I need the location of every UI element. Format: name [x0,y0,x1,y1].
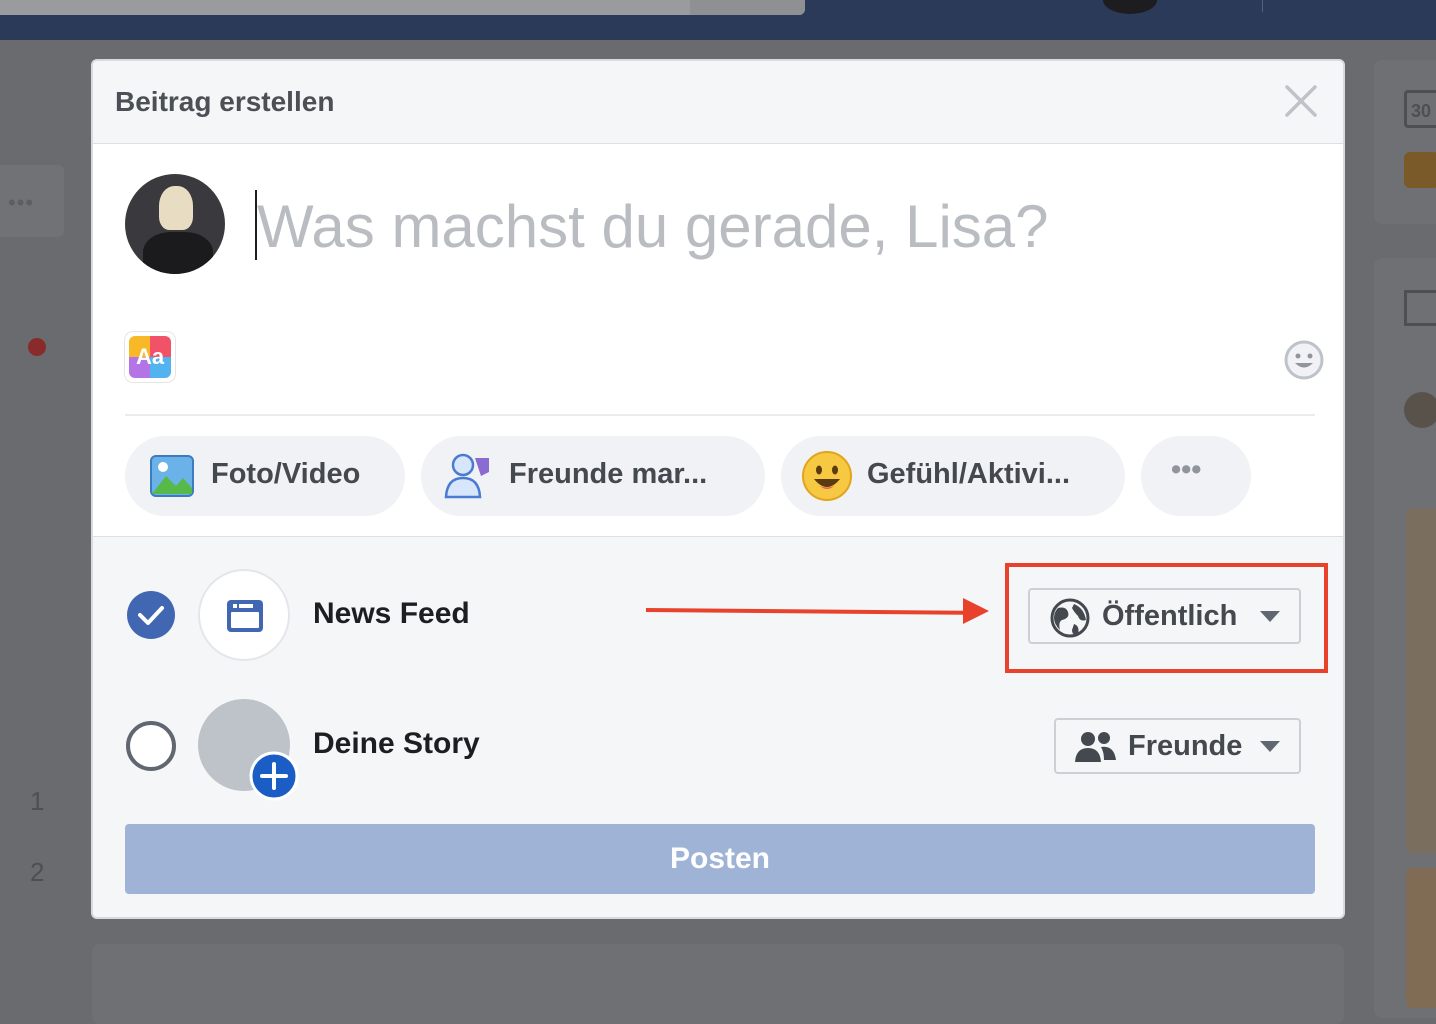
avatar-body [143,232,213,274]
profile-avatar[interactable] [1103,0,1157,14]
composer-divider [125,414,1315,416]
top-navigation-bar [0,0,1436,40]
audience-dropdown-friends[interactable]: Freunde [1054,718,1301,774]
nav-divider [1262,0,1263,12]
audience-friends-label: Freunde [1128,730,1243,762]
feeling-activity-button[interactable]: Gefühl/Aktivi... [781,436,1125,516]
feeling-emoji-icon [802,451,852,501]
dialog-title: Beitrag erstellen [115,86,335,117]
feeling-activity-label: Gefühl/Aktivi... [867,458,1071,490]
annotation-arrow [645,608,967,615]
list-number: 2 [30,857,45,887]
post-text-input[interactable] [255,188,1159,264]
news-feed-icon [227,600,263,632]
story-label: Deine Story [313,727,480,760]
photo-video-button[interactable]: Foto/Video [125,436,405,516]
stories-card [92,944,1344,1024]
composer-area: Aa Foto/Video Freunde mar... [93,144,1343,536]
calendar-icon[interactable]: 30 [1404,90,1436,128]
close-icon[interactable] [1283,83,1319,119]
add-story-icon[interactable] [249,751,299,801]
more-actions-button[interactable]: ••• [1141,436,1251,516]
photo-video-label: Foto/Video [211,458,361,490]
avatar-hair [159,186,193,230]
story-radio[interactable] [126,721,176,771]
tag-friends-label: Freunde mar... [509,458,708,490]
notification-dot [28,338,46,356]
contact-avatar[interactable] [1404,392,1436,428]
tag-friends-button[interactable]: Freunde mar... [421,436,765,516]
avatar [125,174,225,274]
more-icon: ••• [1171,454,1202,486]
news-feed-checkbox[interactable] [126,590,176,640]
annotation-arrow-head [963,598,989,624]
news-feed-label: News Feed [313,597,470,630]
sidebar-image [1406,868,1436,1008]
list-number: 1 [30,786,45,816]
friends-icon [1075,732,1116,762]
text-style-button[interactable]: Aa [125,332,175,382]
gift-icon[interactable] [1404,152,1436,188]
chevron-down-icon [1260,741,1280,752]
right-sidebar-card [1374,60,1436,224]
tag-friends-icon [444,453,489,499]
dialog-header: Beitrag erstellen [93,61,1343,144]
section-divider [93,536,1343,537]
search-bar[interactable] [0,0,805,15]
search-button[interactable] [690,0,805,15]
shop-icon[interactable] [1404,290,1436,326]
create-post-dialog: Beitrag erstellen Aa [91,59,1345,919]
photo-icon [150,455,194,497]
text-style-icon: Aa [129,336,171,378]
emoji-picker-icon[interactable] [1283,339,1325,381]
post-button[interactable]: Posten [125,824,1315,894]
sidebar-image [1406,508,1436,853]
more-options-icon[interactable]: ••• [8,190,34,216]
annotation-highlight-box [1005,563,1328,673]
news-feed-icon-circle [198,569,290,661]
